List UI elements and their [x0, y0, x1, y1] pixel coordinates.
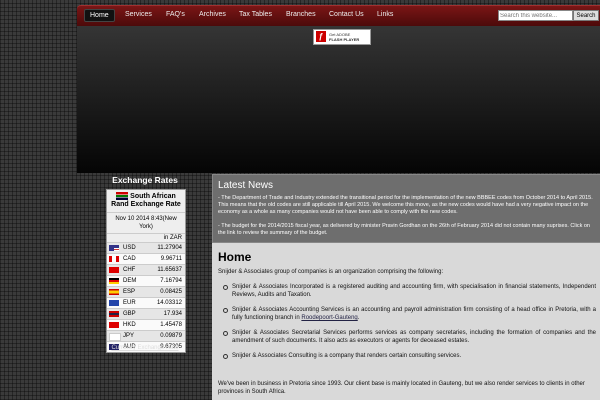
- news-item-bbbee: - The Department of Trade and Industry e…: [218, 195, 593, 215]
- rate-rows: USD 11.27904 CAD 9.96711 CHF 11.65637 DEM 7.167…: [107, 241, 185, 352]
- flash-line-2: FLASH PLAYER: [329, 37, 360, 42]
- rate-row-esp: ESP 0.08425: [107, 285, 185, 297]
- hongkong-flag-icon: [109, 321, 119, 328]
- currency-value: 0.08425: [160, 288, 182, 295]
- search-input[interactable]: [498, 10, 573, 21]
- currency-code: GBP: [123, 310, 136, 317]
- rate-row-cad: CAD 9.96711: [107, 252, 185, 264]
- nav-branches[interactable]: Branches: [286, 11, 316, 18]
- nav-faqs[interactable]: FAQ's: [166, 11, 185, 18]
- news-title: Latest News: [218, 180, 274, 191]
- search-button[interactable]: Search: [573, 10, 599, 21]
- canada-flag-icon: [109, 255, 119, 262]
- bullet-icon: [223, 331, 228, 336]
- bullet-icon: [223, 354, 228, 359]
- rate-row-eur: EUR 14.03312: [107, 296, 185, 308]
- germany-flag-icon: [109, 277, 119, 284]
- rates-heading-line-1: South African: [130, 192, 176, 200]
- nav-tax-tables[interactable]: Tax Tables: [239, 11, 272, 18]
- nav-contact-us[interactable]: Contact Us: [329, 11, 364, 18]
- currency-value: 11.27904: [157, 244, 182, 251]
- exchange-rate-widget: South African Rand Exchange Rate Nov 10 …: [106, 189, 186, 353]
- currency-code: USD: [123, 244, 136, 251]
- news-item-budget: - The budget for the 2014/2015 fiscal ye…: [218, 223, 590, 236]
- currency-code: DEM: [123, 277, 137, 284]
- currency-code: ESP: [123, 288, 136, 295]
- currency-value: 17.934: [163, 310, 182, 317]
- rate-row-chf: CHF 11.65637: [107, 263, 185, 275]
- currency-value: 11.65637: [157, 266, 182, 273]
- rate-row-gbp: GBP 17.934: [107, 307, 185, 319]
- header-banner: ƒ Get ADOBE FLASH PLAYER: [77, 26, 600, 173]
- rate-row-usd: USD 11.27904: [107, 241, 185, 253]
- list-item-text: Snijder & Associates Incorporated is a r…: [232, 284, 596, 298]
- nav-services[interactable]: Services: [125, 11, 152, 18]
- currency-code: CAD: [123, 255, 136, 262]
- currency-exchange-rate-link[interactable]: Currency Exchange Rate: [100, 345, 190, 351]
- japan-flag-icon: [109, 332, 121, 341]
- flash-player-badge[interactable]: ƒ Get ADOBE FLASH PLAYER: [313, 29, 371, 45]
- currency-value: 9.96711: [160, 255, 182, 262]
- currency-value: 1.45478: [160, 321, 182, 328]
- flash-player-text: Get ADOBE FLASH PLAYER: [329, 32, 369, 42]
- uk-flag-icon: [109, 310, 119, 317]
- intro-text: Snijder & Associates group of companies …: [218, 269, 444, 275]
- latest-news-panel: Latest News - The Department of Trade an…: [212, 174, 600, 243]
- eu-flag-icon: [109, 299, 119, 306]
- list-item-text: Snijder & Associates Secretarial Service…: [232, 330, 596, 344]
- flash-player-icon: ƒ: [316, 31, 326, 42]
- list-item-text: Snijder & Associates Consulting is a com…: [232, 353, 462, 359]
- nav-links[interactable]: Links: [377, 11, 393, 18]
- currency-value: 7.16794: [160, 277, 182, 284]
- rates-heading: South African Rand Exchange Rate: [107, 190, 185, 213]
- outro-text: We've been in business in Pretoria since…: [218, 381, 585, 395]
- bullet-icon: [223, 308, 228, 313]
- switzerland-flag-icon: [109, 266, 119, 273]
- sidebar-title: Exchange Rates: [112, 175, 178, 185]
- rate-row-jpy: JPY 0.09879: [107, 329, 185, 341]
- exchange-rates-sidebar: Exchange Rates South African Rand Exchan…: [100, 175, 190, 353]
- list-item-suffix: .: [357, 315, 360, 321]
- rate-row-dem: DEM 7.16794: [107, 274, 185, 286]
- rates-heading-line-2: Rand Exchange Rate: [111, 200, 181, 208]
- nav-archives[interactable]: Archives: [199, 11, 226, 18]
- page-title: Home: [218, 250, 252, 264]
- currency-code: EUR: [123, 299, 136, 306]
- spain-flag-icon: [109, 288, 119, 295]
- currency-code: HKD: [123, 321, 136, 328]
- bullet-icon: [223, 285, 228, 290]
- list-item: Snijder & Associates Accounting Services…: [218, 306, 596, 322]
- list-item-text: Snijder & Associates Accounting Services…: [232, 307, 596, 321]
- list-item: Snijder & Associates Secretarial Service…: [218, 329, 596, 345]
- usa-flag-icon: [109, 244, 119, 251]
- currency-code: JPY: [123, 332, 135, 339]
- main-content: Home Snijder & Associates group of compa…: [212, 243, 600, 400]
- currency-value: 0.09879: [160, 332, 182, 339]
- currency-code: CHF: [123, 266, 136, 273]
- main-navigation: Home Services FAQ's Archives Tax Tables …: [77, 5, 600, 26]
- rates-date: Nov 10 2014 8:43(New York): [107, 213, 185, 234]
- rates-unit: in ZAR: [163, 234, 182, 241]
- roodepoort-gauteng-link[interactable]: Roodepoort-Gauteng: [301, 315, 357, 321]
- company-list: Snijder & Associates Incorporated is a r…: [218, 283, 596, 367]
- rate-row-hkd: HKD 1.45478: [107, 318, 185, 330]
- currency-value: 14.03312: [156, 299, 182, 306]
- list-item: Snijder & Associates Incorporated is a r…: [218, 283, 596, 299]
- south-africa-flag-icon: [116, 192, 129, 200]
- list-item: Snijder & Associates Consulting is a com…: [218, 352, 596, 360]
- nav-home[interactable]: Home: [84, 9, 115, 22]
